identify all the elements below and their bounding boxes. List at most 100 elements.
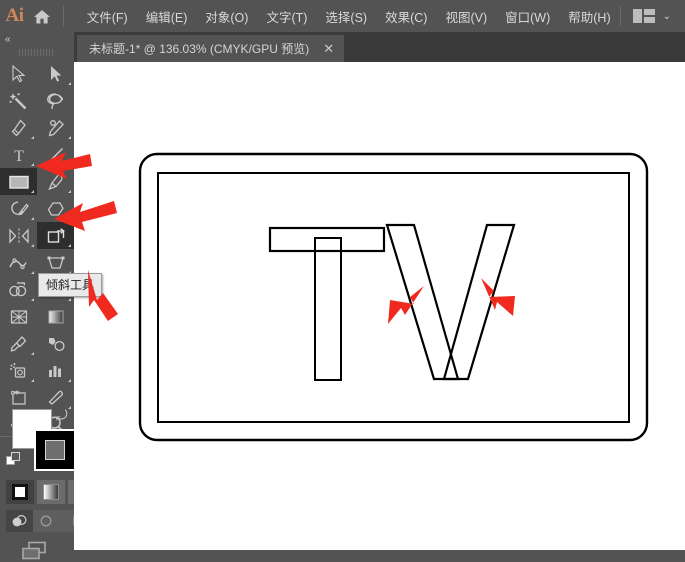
tool-row bbox=[0, 303, 74, 330]
menu-help[interactable]: 帮助(H) bbox=[559, 3, 619, 30]
flyout-indicator bbox=[68, 163, 71, 166]
menu-file[interactable]: 文件(F) bbox=[78, 3, 137, 30]
lasso-icon bbox=[47, 92, 64, 109]
menu-edit[interactable]: 编辑(E) bbox=[137, 3, 197, 30]
menu-object[interactable]: 对象(O) bbox=[196, 3, 257, 30]
default-fill-stroke-icon[interactable] bbox=[6, 452, 21, 472]
magic-wand-tool[interactable] bbox=[0, 87, 37, 114]
swap-fill-stroke-icon[interactable]: ⤾ bbox=[56, 407, 68, 424]
width-warp-icon bbox=[8, 257, 27, 269]
arrow-white-icon bbox=[50, 65, 61, 82]
gradient-mode-button[interactable] bbox=[37, 480, 65, 504]
flyout-indicator bbox=[31, 271, 34, 274]
eraser-icon bbox=[47, 201, 64, 216]
column-graph-tool[interactable] bbox=[37, 357, 74, 384]
flyout-indicator bbox=[68, 298, 71, 301]
flyout-indicator bbox=[68, 82, 71, 85]
shaper-tool[interactable] bbox=[0, 195, 37, 222]
symbol-sprayer-tool[interactable] bbox=[0, 357, 37, 384]
shape-builder-tool[interactable] bbox=[0, 276, 37, 303]
svg-text:T: T bbox=[14, 148, 24, 164]
paintbrush-tool[interactable] bbox=[37, 168, 74, 195]
close-icon[interactable]: ✕ bbox=[323, 42, 334, 55]
eraser-tool[interactable] bbox=[37, 195, 74, 222]
rotate-reflect-icon bbox=[8, 227, 29, 244]
line-segment-tool[interactable] bbox=[37, 141, 74, 168]
flyout-indicator bbox=[31, 352, 34, 355]
flyout-indicator bbox=[68, 217, 71, 220]
curvature-tool[interactable] bbox=[37, 114, 74, 141]
rectangle-tool[interactable] bbox=[0, 168, 37, 195]
flyout-indicator bbox=[31, 136, 34, 139]
app-logo: Ai bbox=[5, 5, 25, 26]
shear-tool-tooltip: 倾斜工具 bbox=[38, 273, 103, 297]
menu-view[interactable]: 视图(V) bbox=[436, 3, 496, 30]
curvature-icon bbox=[48, 119, 64, 136]
screen-mode-icon bbox=[22, 541, 46, 560]
draw-normal-icon bbox=[12, 514, 27, 526]
free-transform-icon bbox=[47, 256, 64, 269]
tool-button-grid: T bbox=[0, 60, 74, 438]
tool-row: T bbox=[0, 141, 74, 168]
solid-color-icon bbox=[12, 484, 28, 500]
width-tool[interactable] bbox=[0, 249, 37, 276]
magic-wand-icon bbox=[9, 92, 27, 109]
selection-tool[interactable] bbox=[0, 60, 37, 87]
draw-normal-button[interactable] bbox=[6, 510, 33, 532]
column-graph-icon bbox=[48, 365, 61, 377]
blend-icon bbox=[48, 337, 65, 351]
flyout-indicator bbox=[31, 298, 34, 301]
gradient-fill-icon bbox=[43, 484, 59, 500]
tv-inner-screen-rect[interactable] bbox=[157, 172, 630, 423]
home-icon[interactable] bbox=[29, 0, 55, 32]
flyout-indicator bbox=[31, 163, 34, 166]
flyout-indicator bbox=[68, 244, 71, 247]
menu-select[interactable]: 选择(S) bbox=[316, 3, 376, 30]
flyout-indicator bbox=[68, 190, 71, 193]
collapse-panel-icon[interactable]: « bbox=[5, 34, 10, 45]
panel-drag-grip[interactable] bbox=[19, 49, 55, 56]
mesh-tool[interactable] bbox=[0, 303, 37, 330]
illustrator-window: Ai 文件(F) 编辑(E) 对象(O) 文字(T) 选择(S) 效果(C) 视… bbox=[0, 0, 685, 560]
free-transform-tool[interactable] bbox=[37, 249, 74, 276]
change-screen-mode-button[interactable] bbox=[0, 540, 74, 562]
tool-row bbox=[0, 249, 74, 276]
eyedropper-tool[interactable] bbox=[0, 330, 37, 357]
chevron-down-icon[interactable]: ⌄ bbox=[663, 11, 671, 22]
paintbrush-icon bbox=[47, 173, 63, 190]
menu-effect[interactable]: 效果(C) bbox=[376, 3, 436, 30]
direct-selection-tool[interactable] bbox=[37, 60, 74, 87]
letter-t-bar[interactable] bbox=[268, 226, 386, 253]
document-tab[interactable]: 未标题-1* @ 136.03% (CMYK/GPU 预览) ✕ bbox=[77, 35, 345, 62]
line-segment-icon bbox=[48, 147, 63, 162]
menu-bar: Ai 文件(F) 编辑(E) 对象(O) 文字(T) 选择(S) 效果(C) 视… bbox=[0, 0, 685, 32]
tv-artwork bbox=[138, 152, 649, 442]
workspace-switcher-icon[interactable] bbox=[632, 9, 655, 23]
document-canvas[interactable] bbox=[74, 62, 685, 550]
type-tool[interactable]: T bbox=[0, 141, 37, 168]
eyedropper-icon bbox=[10, 335, 26, 352]
flyout-indicator bbox=[31, 217, 34, 220]
tool-row bbox=[0, 222, 74, 249]
menu-type[interactable]: 文字(T) bbox=[257, 3, 316, 30]
tool-row bbox=[0, 330, 74, 357]
rotate-tool[interactable] bbox=[0, 222, 37, 249]
document-tab-title: 未标题-1* @ 136.03% (CMYK/GPU 预览) bbox=[89, 42, 310, 56]
home-glyph bbox=[34, 9, 50, 23]
menu-item-list: 文件(F) 编辑(E) 对象(O) 文字(T) 选择(S) 效果(C) 视图(V… bbox=[78, 3, 620, 30]
rectangle-icon bbox=[8, 175, 29, 189]
gradient-tool[interactable] bbox=[37, 303, 74, 330]
menu-window[interactable]: 窗口(W) bbox=[496, 3, 559, 30]
lasso-tool[interactable] bbox=[37, 87, 74, 114]
scale-shear-icon bbox=[47, 227, 65, 243]
draw-behind-button[interactable] bbox=[33, 510, 60, 532]
menubar-right-group: ⌄ bbox=[619, 6, 685, 26]
shape-builder-icon bbox=[8, 281, 26, 296]
shear-tool[interactable] bbox=[37, 222, 74, 249]
stroke-swatch[interactable] bbox=[34, 429, 76, 471]
blend-tool[interactable] bbox=[37, 330, 74, 357]
color-mode-button[interactable] bbox=[6, 480, 34, 504]
pen-tool[interactable] bbox=[0, 114, 37, 141]
stroke-swatch-inner bbox=[45, 440, 65, 460]
mesh-icon bbox=[10, 309, 27, 324]
